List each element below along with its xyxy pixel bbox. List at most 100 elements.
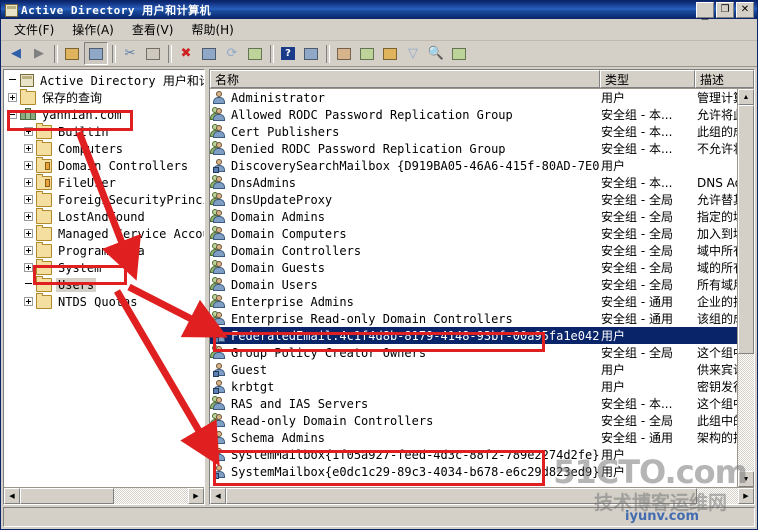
tree-node-users[interactable]: Users bbox=[4, 275, 204, 293]
collapse-icon[interactable] bbox=[8, 110, 17, 119]
export-list-icon[interactable] bbox=[244, 43, 266, 64]
table-row[interactable]: RAS and IAS Servers 安全组 - 本... 这个组中 bbox=[210, 395, 754, 412]
tree-node-program-data[interactable]: Program Data bbox=[4, 241, 204, 259]
new-user-icon[interactable] bbox=[333, 43, 355, 64]
table-row[interactable]: Read-only Domain Controllers 安全组 - 全局 此组中的 bbox=[210, 412, 754, 429]
expand-icon[interactable] bbox=[24, 127, 33, 136]
table-row[interactable]: Guest 用户 供来宾访 bbox=[210, 361, 754, 378]
table-row[interactable]: Enterprise Admins 安全组 - 通用 企业的指 bbox=[210, 293, 754, 310]
show-hide-tree-icon[interactable] bbox=[84, 42, 108, 65]
expand-icon[interactable] bbox=[24, 297, 33, 306]
tree-node-builtin[interactable]: Builtin bbox=[4, 122, 204, 140]
cell-name: Read-only Domain Controllers bbox=[210, 413, 600, 428]
list-scroll-down-button[interactable]: ▼ bbox=[738, 471, 754, 487]
tree-hscroll-track[interactable] bbox=[20, 488, 188, 504]
tree-node-domain-controllers[interactable]: Domain Controllers bbox=[4, 156, 204, 174]
table-row[interactable]: Enterprise Read-only Domain Controllers 安… bbox=[210, 310, 754, 327]
table-row[interactable]: DnsAdmins 安全组 - 本... DNS Admi bbox=[210, 174, 754, 191]
tree-node-root[interactable]: Active Directory 用户和计算机 bbox=[4, 72, 204, 89]
filter-icon[interactable]: ▽ bbox=[402, 43, 424, 64]
table-row[interactable]: SystemMailbox{1f05a927-feed-4d3c-88f2-78… bbox=[210, 446, 754, 463]
table-row[interactable]: Domain Guests 安全组 - 全局 域的所有 bbox=[210, 259, 754, 276]
tree-node-label: Managed Service Accounts bbox=[58, 226, 204, 241]
table-row[interactable]: FederatedEmail.4c1f4d8b-8179-4148-93bf-0… bbox=[210, 327, 754, 344]
delete-icon[interactable]: ✖ bbox=[175, 43, 197, 64]
close-button[interactable]: ✕ bbox=[736, 2, 754, 18]
help-icon[interactable]: ? bbox=[277, 43, 299, 64]
table-row[interactable]: krbtgt 用户 密钥发行 bbox=[210, 378, 754, 395]
table-row[interactable]: Allowed RODC Password Replication Group 安… bbox=[210, 106, 754, 123]
list-vscroll-thumb[interactable] bbox=[738, 105, 754, 354]
tree-node-ntds-quotas[interactable]: NTDS Quotas bbox=[4, 292, 204, 310]
tree-node-computers[interactable]: Computers bbox=[4, 139, 204, 157]
maximize-button[interactable]: ❐ bbox=[716, 2, 734, 18]
list-hscroll-track[interactable] bbox=[226, 488, 738, 504]
cell-type: 用户 bbox=[601, 380, 626, 394]
list-hscroll-thumb[interactable] bbox=[226, 488, 698, 504]
tree-node-foreignsecurityprincipals[interactable]: ForeignSecurityPrincipals bbox=[4, 190, 204, 208]
column-description[interactable]: 描述 bbox=[695, 70, 754, 88]
table-row[interactable]: SystemMailbox{e0dc1c29-89c3-4034-b678-e6… bbox=[210, 463, 754, 480]
list-scroll-up-button[interactable]: ▲ bbox=[738, 89, 754, 105]
tree-node-[interactable]: 保存的查询 bbox=[4, 88, 204, 106]
row-name-text: Domain Users bbox=[231, 277, 318, 292]
new-group-icon[interactable] bbox=[356, 43, 378, 64]
tree-hscroll-thumb[interactable] bbox=[20, 488, 115, 504]
expand-icon[interactable] bbox=[24, 195, 33, 204]
up-one-level-icon[interactable] bbox=[61, 43, 83, 64]
copy-icon[interactable] bbox=[142, 43, 164, 64]
table-row[interactable]: Cert Publishers 安全组 - 本... 此组的成 bbox=[210, 123, 754, 140]
expand-icon[interactable] bbox=[24, 263, 33, 272]
list-vscroll-track[interactable] bbox=[738, 105, 754, 471]
column-type[interactable]: 类型 bbox=[600, 70, 695, 88]
tree-scroll-left-button[interactable]: ◀ bbox=[4, 488, 20, 504]
expand-icon[interactable] bbox=[24, 246, 33, 255]
table-row[interactable]: Schema Admins 安全组 - 通用 架构的指 bbox=[210, 429, 754, 446]
expand-icon[interactable] bbox=[24, 161, 33, 170]
table-row[interactable]: DnsUpdateProxy 安全组 - 全局 允许替其 bbox=[210, 191, 754, 208]
find-icon[interactable]: 🔍 bbox=[425, 43, 447, 64]
console-tree[interactable]: Active Directory 用户和计算机保存的查询 yannian.com B… bbox=[4, 70, 204, 487]
menu-help[interactable]: 帮助(H) bbox=[182, 19, 242, 40]
tree-scroll-right-button[interactable]: ▶ bbox=[188, 488, 204, 504]
forward-icon[interactable]: ▶ bbox=[28, 43, 50, 64]
find-users-icon[interactable] bbox=[448, 43, 470, 64]
table-row[interactable]: DiscoverySearchMailbox {D919BA05-46A6-41… bbox=[210, 157, 754, 174]
tree-node-system[interactable]: System bbox=[4, 258, 204, 276]
table-row[interactable]: Domain Computers 安全组 - 全局 加入到域 bbox=[210, 225, 754, 242]
table-row[interactable]: Domain Users 安全组 - 全局 所有域用 bbox=[210, 276, 754, 293]
table-row[interactable]: Administrator 用户 管理计算 bbox=[210, 89, 754, 106]
new-ou-icon[interactable] bbox=[379, 43, 401, 64]
menu-action[interactable]: 操作(A) bbox=[63, 19, 123, 40]
tree-node-lostandfound[interactable]: LostAndFound bbox=[4, 207, 204, 225]
list-scroll-right-button[interactable]: ▶ bbox=[738, 488, 754, 504]
tree-node-yannian-com[interactable]: yannian.com bbox=[4, 106, 204, 123]
table-row[interactable]: Denied RODC Password Replication Group 安全… bbox=[210, 140, 754, 157]
list-scroll-left-button[interactable]: ◀ bbox=[210, 488, 226, 504]
refresh-icon[interactable]: ⟳ bbox=[221, 43, 243, 64]
expand-icon[interactable] bbox=[24, 144, 33, 153]
column-name[interactable]: 名称 bbox=[210, 70, 600, 88]
back-icon[interactable]: ◀ bbox=[5, 43, 27, 64]
properties-icon[interactable] bbox=[198, 43, 220, 64]
menu-view[interactable]: 查看(V) bbox=[123, 19, 183, 40]
list-horizontal-scrollbar[interactable]: ◀ ▶ bbox=[210, 487, 754, 504]
tree-node-managed-service-accounts[interactable]: Managed Service Accounts bbox=[4, 224, 204, 242]
list-view-body[interactable]: Administrator 用户 管理计算 Allowed RODC Password… bbox=[210, 89, 754, 487]
menu-file[interactable]: 文件(F) bbox=[5, 19, 63, 40]
console-view-icon[interactable] bbox=[300, 43, 322, 64]
cut-icon[interactable]: ✂ bbox=[119, 43, 141, 64]
minimize-button[interactable]: _ bbox=[696, 2, 714, 19]
tree-horizontal-scrollbar[interactable]: ◀ ▶ bbox=[4, 487, 204, 504]
table-row[interactable]: Domain Controllers 安全组 - 全局 域中所有 bbox=[210, 242, 754, 259]
expand-icon[interactable] bbox=[24, 212, 33, 221]
table-row[interactable]: Domain Admins 安全组 - 全局 指定的域 bbox=[210, 208, 754, 225]
expand-icon[interactable] bbox=[8, 93, 17, 102]
table-row[interactable]: Group Policy Creator Owners 安全组 - 全局 这个组中 bbox=[210, 344, 754, 361]
folder-icon bbox=[36, 139, 52, 156]
expand-icon[interactable] bbox=[24, 229, 33, 238]
list-vertical-scrollbar[interactable]: ▲ ▼ bbox=[737, 89, 754, 487]
expand-icon[interactable] bbox=[24, 178, 33, 187]
list-rows[interactable]: Administrator 用户 管理计算 Allowed RODC Password… bbox=[210, 89, 754, 480]
tree-node-fileuser[interactable]: FileUser bbox=[4, 173, 204, 191]
